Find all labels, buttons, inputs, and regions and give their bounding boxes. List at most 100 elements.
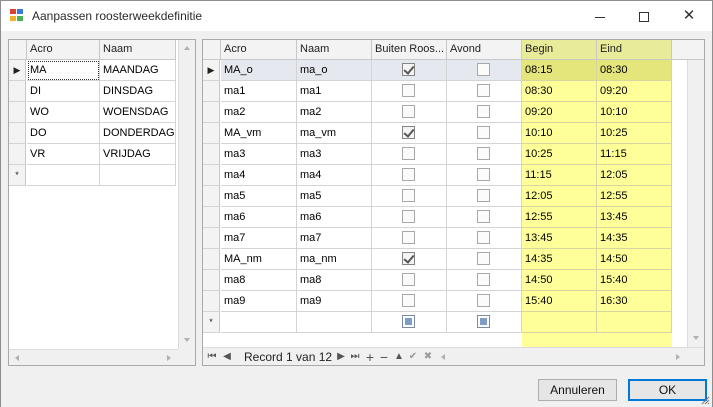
- row-indicator[interactable]: [203, 144, 220, 165]
- scroll-right-icon[interactable]: [167, 355, 171, 361]
- hours-cell-acro[interactable]: ma4: [221, 165, 297, 186]
- hours-cell-avond[interactable]: [447, 291, 522, 312]
- scroll-up-icon[interactable]: [184, 46, 190, 50]
- avond-checkbox[interactable]: [477, 63, 490, 76]
- days-cell-acro[interactable]: VR: [27, 144, 100, 165]
- hours-col-acro-header[interactable]: Acro: [221, 40, 297, 60]
- scroll-down-icon[interactable]: [693, 336, 699, 340]
- buiten-checkbox[interactable]: [402, 84, 415, 97]
- hours-cell-eind[interactable]: 11:15: [597, 144, 672, 165]
- hours-cell-begin[interactable]: 10:25: [522, 144, 597, 165]
- hours-cell-eind[interactable]: 12:55: [597, 186, 672, 207]
- hours-cell-acro[interactable]: MA_nm: [221, 249, 297, 270]
- avond-checkbox[interactable]: [477, 210, 490, 223]
- avond-checkbox[interactable]: [477, 189, 490, 202]
- title-bar[interactable]: Aanpassen roosterweekdefinitie ✕: [1, 1, 712, 31]
- hours-cell-buiten[interactable]: [372, 186, 447, 207]
- delete-icon[interactable]: −: [378, 348, 390, 365]
- days-horizontal-scrollbar[interactable]: [9, 349, 178, 365]
- hours-cell-eind[interactable]: 16:30: [597, 291, 672, 312]
- cancel-button[interactable]: Annuleren: [538, 379, 617, 401]
- hours-cell-buiten[interactable]: [372, 249, 447, 270]
- hours-cell-avond[interactable]: [447, 123, 522, 144]
- days-cell-naam[interactable]: MAANDAG: [100, 60, 176, 81]
- hours-cell-avond[interactable]: [447, 228, 522, 249]
- hours-cell-begin[interactable]: 14:50: [522, 270, 597, 291]
- edit-icon[interactable]: ▲: [393, 348, 405, 365]
- days-col-naam-header[interactable]: Naam: [100, 40, 176, 60]
- buiten-checkbox[interactable]: [402, 231, 415, 244]
- hours-col-eind-header[interactable]: Eind: [597, 40, 672, 60]
- hours-cell-buiten[interactable]: [372, 102, 447, 123]
- row-indicator[interactable]: [9, 123, 26, 144]
- hours-cell-acro[interactable]: ma9: [221, 291, 297, 312]
- row-indicator[interactable]: ▶: [9, 60, 26, 81]
- buiten-checkbox[interactable]: [402, 168, 415, 181]
- hours-cell-naam[interactable]: ma5: [297, 186, 372, 207]
- row-indicator[interactable]: [203, 249, 220, 270]
- hours-cell-avond[interactable]: [447, 81, 522, 102]
- days-cell-naam[interactable]: VRIJDAG: [100, 144, 176, 165]
- avond-checkbox[interactable]: [477, 105, 490, 118]
- hours-cell-acro[interactable]: ma1: [221, 81, 297, 102]
- scroll-left-icon[interactable]: [15, 355, 19, 361]
- hours-cell-naam[interactable]: ma2: [297, 102, 372, 123]
- avond-new-checkbox[interactable]: [477, 315, 490, 328]
- hours-cell-acro[interactable]: ma5: [221, 186, 297, 207]
- hours-cell-acro[interactable]: MA_o: [221, 60, 297, 81]
- days-cell-naam[interactable]: DONDERDAG: [100, 123, 176, 144]
- hours-cell-naam[interactable]: ma9: [297, 291, 372, 312]
- hours-cell-begin[interactable]: 08:30: [522, 81, 597, 102]
- new-row-indicator[interactable]: *: [203, 312, 220, 333]
- hours-cell-buiten[interactable]: [372, 60, 447, 81]
- hours-cell-acro[interactable]: ma8: [221, 270, 297, 291]
- hours-cell-naam[interactable]: ma6: [297, 207, 372, 228]
- hours-cell-naam[interactable]: ma_o: [297, 60, 372, 81]
- avond-checkbox[interactable]: [477, 126, 490, 139]
- buiten-new-checkbox[interactable]: [402, 315, 415, 328]
- hours-col-naam-header[interactable]: Naam: [297, 40, 372, 60]
- days-cell-naam[interactable]: WOENSDAG: [100, 102, 176, 123]
- hours-cell-eind[interactable]: 10:25: [597, 123, 672, 144]
- row-indicator[interactable]: [203, 123, 220, 144]
- hours-cell-eind[interactable]: 10:10: [597, 102, 672, 123]
- hours-cell-naam[interactable]: ma1: [297, 81, 372, 102]
- hours-cell-eind[interactable]: 09:20: [597, 81, 672, 102]
- hours-new-row-acro[interactable]: [221, 312, 297, 333]
- hours-cell-buiten[interactable]: [372, 144, 447, 165]
- days-cell-acro[interactable]: WO: [27, 102, 100, 123]
- buiten-checkbox[interactable]: [402, 126, 415, 139]
- row-indicator[interactable]: [9, 102, 26, 123]
- hours-cell-avond[interactable]: [447, 270, 522, 291]
- buiten-checkbox[interactable]: [402, 105, 415, 118]
- avond-checkbox[interactable]: [477, 294, 490, 307]
- hours-cell-buiten[interactable]: [372, 228, 447, 249]
- row-indicator[interactable]: [203, 186, 220, 207]
- hours-cell-begin[interactable]: 10:10: [522, 123, 597, 144]
- scroll-right-icon[interactable]: [676, 354, 680, 360]
- hours-cell-avond[interactable]: [447, 186, 522, 207]
- maximize-button[interactable]: [621, 1, 667, 31]
- hours-cell-begin[interactable]: 09:20: [522, 102, 597, 123]
- days-cell-acro[interactable]: DI: [27, 81, 100, 102]
- buiten-checkbox[interactable]: [402, 294, 415, 307]
- row-indicator[interactable]: ▶: [203, 60, 220, 81]
- days-cell-naam[interactable]: DINSDAG: [100, 81, 176, 102]
- first-record-icon[interactable]: ⏮: [206, 348, 218, 365]
- close-button[interactable]: ✕: [666, 1, 712, 31]
- days-new-row-acro[interactable]: [27, 165, 100, 186]
- row-indicator[interactable]: [203, 165, 220, 186]
- buiten-checkbox[interactable]: [402, 273, 415, 286]
- hours-cell-acro[interactable]: MA_vm: [221, 123, 297, 144]
- hours-cell-buiten[interactable]: [372, 123, 447, 144]
- days-col-acro-header[interactable]: Acro: [27, 40, 100, 60]
- row-indicator[interactable]: [203, 102, 220, 123]
- resize-grip-icon[interactable]: [700, 395, 710, 405]
- hours-cell-buiten[interactable]: [372, 270, 447, 291]
- hours-cell-naam[interactable]: ma4: [297, 165, 372, 186]
- hours-cell-eind[interactable]: 15:40: [597, 270, 672, 291]
- avond-checkbox[interactable]: [477, 147, 490, 160]
- hours-cell-buiten[interactable]: [372, 81, 447, 102]
- row-indicator[interactable]: [9, 144, 26, 165]
- hours-new-row-begin[interactable]: [522, 312, 597, 333]
